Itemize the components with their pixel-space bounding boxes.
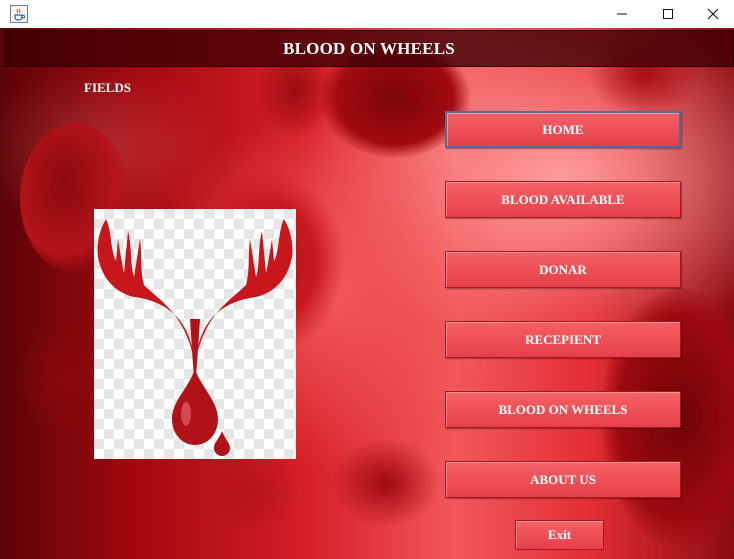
minimize-button[interactable] bbox=[599, 0, 645, 28]
about-us-button[interactable]: ABOUT US bbox=[445, 461, 681, 498]
hands-blood-drop-icon bbox=[94, 209, 296, 459]
exit-button[interactable]: Exit bbox=[515, 520, 604, 550]
fields-label: FIELDS bbox=[84, 80, 131, 95]
minimize-icon bbox=[617, 13, 627, 15]
home-button[interactable]: HOME bbox=[445, 111, 681, 148]
header-bar: BLOOD ON WHEELS bbox=[4, 30, 734, 67]
close-icon bbox=[707, 8, 719, 20]
maximize-button[interactable] bbox=[645, 0, 691, 28]
donar-button[interactable]: DONAR bbox=[445, 251, 681, 288]
blood-on-wheels-button[interactable]: BLOOD ON WHEELS bbox=[445, 391, 681, 428]
blood-available-button[interactable]: BLOOD AVAILABLE bbox=[445, 181, 681, 218]
recepient-button[interactable]: RECEPIENT bbox=[445, 321, 681, 358]
java-cup-icon[interactable] bbox=[10, 5, 28, 23]
main-panel: BLOOD ON WHEELS FIELDS HOME BLOOD AVAILA… bbox=[0, 28, 734, 559]
close-button[interactable] bbox=[690, 0, 734, 28]
maximize-icon bbox=[663, 9, 673, 19]
page-title: BLOOD ON WHEELS bbox=[283, 38, 455, 58]
window-titlebar bbox=[0, 0, 734, 28]
